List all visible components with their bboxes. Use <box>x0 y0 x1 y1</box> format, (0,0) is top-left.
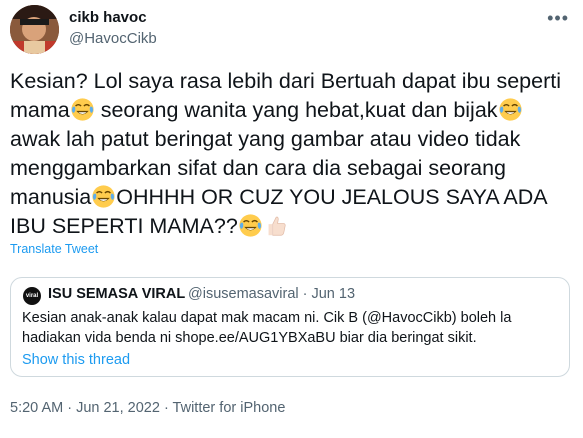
translate-tweet-link[interactable]: Translate Tweet <box>10 242 98 256</box>
face-with-tears-of-joy-icon <box>498 97 523 122</box>
author-handle[interactable]: @HavocCikb <box>69 30 157 47</box>
face-with-tears-of-joy-icon <box>238 213 263 238</box>
tweet-timestamp-source: 5:20 AM · Jun 21, 2022 · Twitter for iPh… <box>10 400 286 416</box>
author-name[interactable]: cikb havoc <box>69 9 147 26</box>
quoted-author-name[interactable]: ISU SEMASA VIRAL <box>48 286 185 302</box>
more-options-icon[interactable]: ••• <box>547 8 569 29</box>
quoted-tweet[interactable]: viral ISU SEMASA VIRAL @isusemasaviral ·… <box>10 277 570 377</box>
face-with-tears-of-joy-icon <box>91 184 116 209</box>
quoted-author-meta: @isusemasaviral · Jun 13 <box>188 286 356 302</box>
tweet-text: Kesian? Lol saya rasa lebih dari Bertuah… <box>10 67 570 241</box>
face-with-tears-of-joy-icon <box>70 97 95 122</box>
quoted-tweet-text: Kesian anak-anak kalau dapat mak macam n… <box>22 310 512 346</box>
author-avatar[interactable] <box>10 5 59 54</box>
thumbs-up-light-skin-icon <box>263 213 288 238</box>
quoted-author-avatar[interactable]: viral <box>23 287 41 305</box>
show-thread-link[interactable]: Show this thread <box>22 352 130 368</box>
tweet-text-segment: seorang wanita yang hebat,kuat dan bijak <box>94 98 498 122</box>
